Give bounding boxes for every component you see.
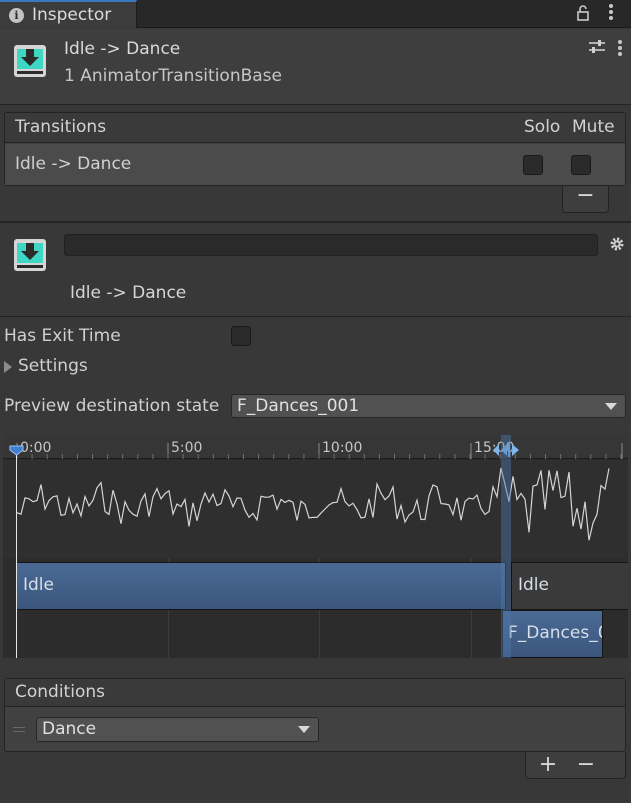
conditions-footer: + − (525, 752, 626, 779)
source-state-next-label: Idle (518, 575, 549, 595)
mute-column-header: Mute (572, 117, 615, 137)
destination-state-label: F_Dances_001 (508, 623, 602, 643)
transition-row[interactable]: Idle -> Dance (5, 144, 625, 185)
transition-row-name: Idle -> Dance (15, 154, 132, 174)
condition-parameter-value: Dance (42, 719, 97, 739)
source-state-label: Idle (23, 575, 54, 595)
conditions-heading: Conditions (15, 682, 105, 702)
preview-curve (3, 460, 628, 558)
tab-label: Inspector (32, 5, 112, 25)
solo-checkbox[interactable] (523, 155, 543, 175)
source-state-bar[interactable]: Idle (16, 562, 506, 610)
source-state-bar-next[interactable]: Idle (511, 562, 628, 610)
inspector-header: Idle -> Dance 1 AnimatorTransitionBase (0, 29, 631, 105)
transition-title: Idle -> Dance (64, 39, 181, 59)
playhead-handle-icon[interactable] (9, 445, 24, 456)
chevron-down-icon (298, 726, 310, 733)
transitions-list-header: Transitions Solo Mute (5, 113, 625, 143)
destination-state-bar[interactable]: F_Dances_001 (502, 610, 603, 658)
condition-parameter-dropdown[interactable]: Dance (36, 717, 319, 742)
lock-icon[interactable] (576, 4, 590, 22)
preview-destination-value: F_Dances_001 (237, 396, 360, 416)
mute-checkbox[interactable] (571, 155, 591, 175)
transition-timeline[interactable]: 0:00 5:00 10:00 15:00 Idle Idle F_Dances… (3, 435, 628, 658)
tick-label: 5:00 (171, 440, 203, 456)
waveform-graph (16, 467, 610, 541)
remove-condition-button[interactable]: − (574, 754, 598, 776)
solo-column-header: Solo (524, 117, 561, 137)
remove-transition-label: − (576, 183, 595, 208)
divider (0, 221, 631, 223)
playhead[interactable] (16, 447, 17, 658)
preview-destination-label: Preview destination state (4, 396, 220, 416)
conditions-header: Conditions (5, 679, 625, 707)
tab-inspector[interactable]: i Inspector (0, 0, 137, 28)
settings-foldout-icon[interactable] (4, 361, 12, 373)
transition-overlap-region[interactable] (501, 435, 511, 658)
transition-name-input[interactable] (64, 234, 598, 256)
preview-destination-dropdown[interactable]: F_Dances_001 (231, 394, 626, 418)
gear-icon[interactable] (609, 236, 625, 252)
transitions-heading: Transitions (15, 117, 107, 137)
settings-foldout[interactable]: Settings (18, 356, 88, 376)
time-ruler[interactable]: 0:00 5:00 10:00 15:00 (3, 435, 628, 459)
tick-label: 0:00 (20, 440, 52, 456)
divider (0, 316, 631, 317)
conditions-list: Conditions Dance (4, 678, 626, 752)
transition-icon (14, 239, 46, 271)
transition-subtitle: 1 AnimatorTransitionBase (64, 66, 282, 86)
transition-icon (14, 45, 46, 77)
header-menu-icon[interactable] (618, 40, 622, 58)
chevron-down-icon (605, 403, 617, 410)
transition-name-label: Idle -> Dance (70, 283, 187, 303)
has-exit-time-label: Has Exit Time (4, 326, 121, 346)
add-condition-button[interactable]: + (536, 754, 560, 776)
settings-sliders-icon[interactable] (588, 39, 606, 55)
drag-handle-icon[interactable] (13, 727, 25, 735)
info-icon: i (9, 8, 24, 23)
ruler-ticks (16, 443, 623, 459)
transitions-list: Transitions Solo Mute Idle -> Dance (4, 112, 626, 186)
remove-transition-button[interactable]: − (562, 183, 609, 213)
tick-label: 10:00 (322, 440, 363, 456)
tab-menu-icon[interactable] (609, 4, 613, 22)
has-exit-time-checkbox[interactable] (231, 326, 251, 346)
